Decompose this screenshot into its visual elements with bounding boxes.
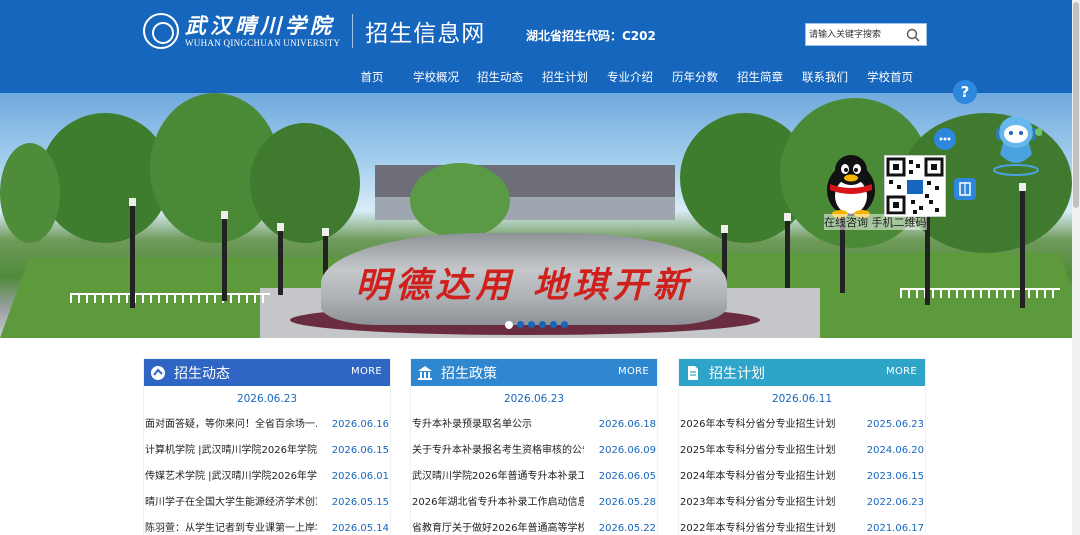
list-item[interactable]: 2023年本专科分省分专业招生计划 2022.06.23 [679, 490, 925, 516]
search-icon [906, 28, 920, 41]
column-title: 招生计划 [709, 365, 765, 382]
list-item[interactable]: 专升本补录预录取名单公示 2026.06.18 [411, 412, 657, 438]
more-link[interactable]: MORE [886, 366, 917, 377]
list-item[interactable]: 2022年本专科分省分专业招生计划 2021.06.17 [679, 516, 925, 535]
chat-icon[interactable] [934, 128, 956, 150]
nav-admission-brochure[interactable]: 招生简章 [732, 66, 788, 88]
book-icon[interactable] [954, 178, 976, 200]
nav-school-homepage[interactable]: 学校首页 [862, 66, 918, 88]
column-admission-policy: 招生政策 MORE 2026.06.23 专升本补录预录取名单公示 2026.06… [410, 358, 658, 535]
search-box [805, 23, 927, 46]
qr-code-image[interactable] [884, 155, 946, 217]
list-item[interactable]: 计算机学院 |武汉晴川学院2026年学院巡礼2026.06.15 [144, 438, 390, 464]
more-link[interactable]: MORE [618, 366, 649, 377]
banner-slogan: 明德达用 地琪开新 [355, 265, 693, 306]
search-button[interactable] [902, 24, 924, 45]
nav-school-overview[interactable]: 学校概况 [400, 66, 472, 88]
enrollment-code: 湖北省招生代码：C202 [526, 29, 656, 43]
carousel-dot-3[interactable] [528, 321, 535, 328]
featured-date[interactable]: 2026.06.23 [144, 386, 390, 412]
column-header: 招生政策 MORE [411, 359, 657, 386]
qq-penguin-icon[interactable] [820, 150, 882, 218]
help-icon[interactable]: ? [953, 80, 977, 104]
list-item[interactable]: 2026年湖北省专升本补录工作启动信息... 2026.05.28 [411, 490, 657, 516]
column-admission-news: 招生动态 MORE 2026.06.23 面对面答疑，等你来问！全省百余场一..… [143, 358, 391, 535]
page-scrollbar[interactable] [1072, 0, 1080, 535]
carousel-dots [505, 321, 568, 329]
news-icon [150, 365, 166, 381]
list-item[interactable]: 面对面答疑，等你来问！全省百余场一... 2026.06.16 [144, 412, 390, 438]
robot-mascot-icon[interactable] [990, 110, 1042, 176]
column-title: 招生动态 [174, 365, 230, 382]
university-logo[interactable]: 武汉晴川学院 WUHAN QINGCHUAN UNIVERSITY 招生信息网 [143, 13, 485, 49]
column-header: 招生动态 MORE [144, 359, 390, 386]
banner-inscribed-stone: 明德达用 地琪开新 [321, 233, 727, 325]
bank-icon [417, 365, 433, 381]
list-item[interactable]: 陈羽萱：从学生记者到专业课第一上岸华... 2026.05.14 [144, 516, 390, 535]
news-section: 招生动态 MORE 2026.06.23 面对面答疑，等你来问！全省百余场一..… [0, 338, 1072, 535]
list-item[interactable]: 关于专升本补录报名考生资格审核的公告 2026.06.09 [411, 438, 657, 464]
logo-chinese-name: 武汉晴川学院 [185, 12, 335, 38]
list-item[interactable]: 武汉晴川学院2026年普通专升本补录工... 2026.06.05 [411, 464, 657, 490]
nav-admission-news[interactable]: 招生动态 [472, 66, 528, 88]
logo-english-name: WUHAN QINGCHUAN UNIVERSITY [185, 37, 341, 48]
site-title: 招生信息网 [365, 21, 486, 47]
column-header: 招生计划 MORE [679, 359, 925, 386]
nav-past-scores[interactable]: 历年分数 [658, 66, 732, 88]
list-item[interactable]: 晴川学子在全国大学生能源经济学术创意... 2026.05.15 [144, 490, 390, 516]
logo-divider [352, 14, 354, 48]
nav-home[interactable]: 首页 [344, 66, 400, 88]
search-input[interactable] [806, 25, 902, 44]
carousel-dot-1[interactable] [505, 321, 513, 329]
featured-date[interactable]: 2026.06.23 [411, 386, 657, 412]
carousel-dot-2[interactable] [517, 321, 524, 328]
carousel-dot-5[interactable] [550, 321, 557, 328]
nav-admission-plan[interactable]: 招生计划 [528, 66, 602, 88]
main-nav: 首页 学校概况 招生动态 招生计划 专业介绍 历年分数 招生简章 联系我们 学校… [344, 66, 918, 88]
university-seal-icon [143, 13, 179, 49]
document-icon [685, 365, 701, 381]
nav-majors[interactable]: 专业介绍 [602, 66, 658, 88]
list-item[interactable]: 省教育厅关于做好2026年普通高等学校... 2026.05.22 [411, 516, 657, 535]
list-item[interactable]: 2026年本专科分省分专业招生计划 2025.06.23 [679, 412, 925, 438]
nav-contact-us[interactable]: 联系我们 [788, 66, 862, 88]
carousel-dot-6[interactable] [561, 321, 568, 328]
list-item[interactable]: 2024年本专科分省分专业招生计划 2023.06.15 [679, 464, 925, 490]
scrollbar-thumb[interactable] [1073, 2, 1079, 208]
list-item[interactable]: 传媒艺术学院 |武汉晴川学院2026年学院...2026.06.01 [144, 464, 390, 490]
carousel-dot-4[interactable] [539, 321, 546, 328]
more-link[interactable]: MORE [351, 366, 382, 377]
site-header: 武汉晴川学院 WUHAN QINGCHUAN UNIVERSITY 招生信息网 … [0, 0, 1072, 93]
list-item[interactable]: 2025年本专科分省分专业招生计划 2024.06.20 [679, 438, 925, 464]
featured-date[interactable]: 2026.06.11 [679, 386, 925, 412]
column-admission-plan: 招生计划 MORE 2026.06.11 2026年本专科分省分专业招生计划 20… [678, 358, 926, 535]
column-title: 招生政策 [441, 365, 497, 382]
qq-qr-label: 在线咨询 手机二维码 [824, 214, 927, 230]
